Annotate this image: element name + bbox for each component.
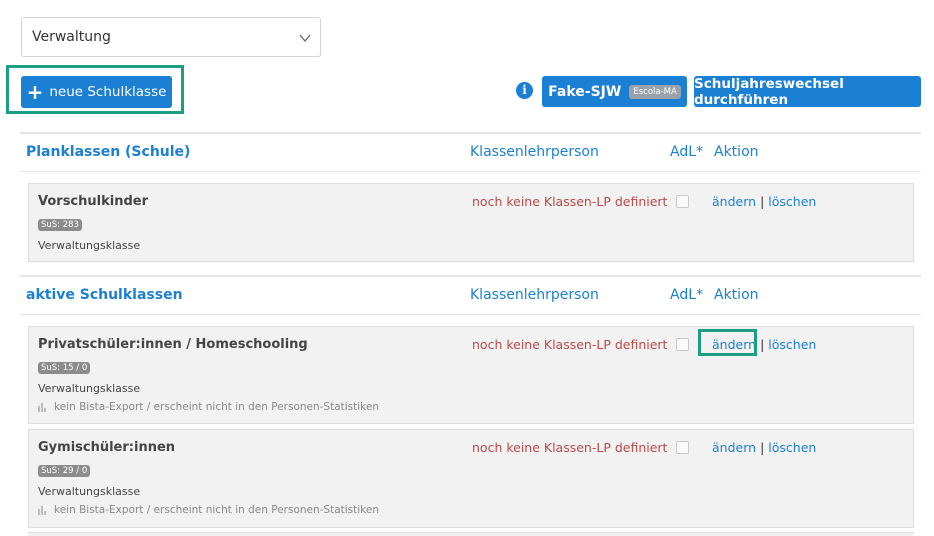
next-row-edge (28, 532, 914, 536)
no-export-text: kein Bista-Export / erscheint nicht in d… (54, 401, 379, 413)
delete-link[interactable]: löschen (768, 194, 816, 209)
fake-sjw-badge: Escola-MA (629, 84, 681, 99)
new-class-label: neue Schulklasse (49, 84, 167, 100)
class-type: Verwaltungsklasse (38, 239, 141, 252)
row-actions: ändern | löschen (712, 440, 817, 455)
class-type: Verwaltungsklasse (38, 382, 141, 395)
school-year-change-button[interactable]: Schuljahreswechsel durchführen (694, 75, 921, 108)
class-teacher-status: noch keine Klassen-LP definiert (472, 440, 668, 455)
adl-checkbox[interactable] (676, 338, 689, 351)
fake-sjw-label: Fake-SJW (548, 83, 622, 100)
class-row: Gymischüler:innen SuS: 29 / 0 Verwaltung… (28, 429, 914, 528)
no-export-text: kein Bista-Export / erscheint nicht in d… (54, 504, 379, 516)
school-select-value: Verwaltung (32, 29, 111, 45)
bar-chart-icon (38, 402, 46, 412)
chevron-down-icon (299, 34, 311, 43)
delete-link[interactable]: löschen (768, 440, 816, 455)
section-title: Planklassen (Schule) (26, 144, 191, 160)
class-name: Privatschüler:innen / Homeschooling (38, 337, 308, 352)
school-year-change-label: Schuljahreswechsel durchführen (694, 75, 844, 108)
class-name: Vorschulkinder (38, 194, 148, 209)
column-header-adl: AdL* (670, 287, 704, 303)
school-select[interactable]: Verwaltung (21, 17, 321, 57)
class-teacher-status: noch keine Klassen-LP definiert (472, 337, 668, 352)
column-header-lp: Klassenlehrperson (470, 287, 599, 303)
bar-chart-icon (38, 505, 46, 515)
class-name: Gymischüler:innen (38, 440, 176, 455)
no-export-note: kein Bista-Export / erscheint nicht in d… (38, 401, 379, 413)
class-row: Vorschulkinder SuS: 283 Verwaltungsklass… (28, 183, 914, 262)
adl-checkbox[interactable] (676, 195, 689, 208)
student-count-badge: SuS: 283 (38, 219, 82, 231)
section-title: aktive Schulklassen (26, 287, 183, 303)
delete-link[interactable]: löschen (768, 337, 816, 352)
adl-checkbox[interactable] (676, 441, 689, 454)
section-header-aktive: aktive Schulklassen Klassenlehrperson Ad… (20, 275, 921, 315)
class-type: Verwaltungsklasse (38, 485, 141, 498)
class-teacher-status: noch keine Klassen-LP definiert (472, 194, 668, 209)
new-class-button[interactable]: + neue Schulklasse (21, 76, 172, 108)
column-header-lp: Klassenlehrperson (470, 144, 599, 160)
student-count-badge: SuS: 15 / 0 (38, 362, 91, 374)
column-header-action: Aktion (714, 287, 759, 303)
section-header-planklassen: Planklassen (Schule) Klassenlehrperson A… (20, 132, 921, 172)
no-export-note: kein Bista-Export / erscheint nicht in d… (38, 504, 379, 516)
edit-link[interactable]: ändern (712, 194, 756, 209)
plus-icon: + (26, 80, 44, 104)
column-header-action: Aktion (714, 144, 759, 160)
fake-sjw-button[interactable]: Fake-SJW Escola-MA (542, 76, 687, 107)
student-count-badge: SuS: 29 / 0 (38, 465, 91, 477)
class-row: Privatschüler:innen / Homeschooling SuS:… (28, 326, 914, 424)
edit-link-highlight (698, 329, 757, 356)
edit-link[interactable]: ändern (712, 440, 756, 455)
column-header-adl: AdL* (670, 144, 704, 160)
info-icon[interactable]: i (516, 82, 533, 99)
row-actions: ändern | löschen (712, 194, 817, 209)
